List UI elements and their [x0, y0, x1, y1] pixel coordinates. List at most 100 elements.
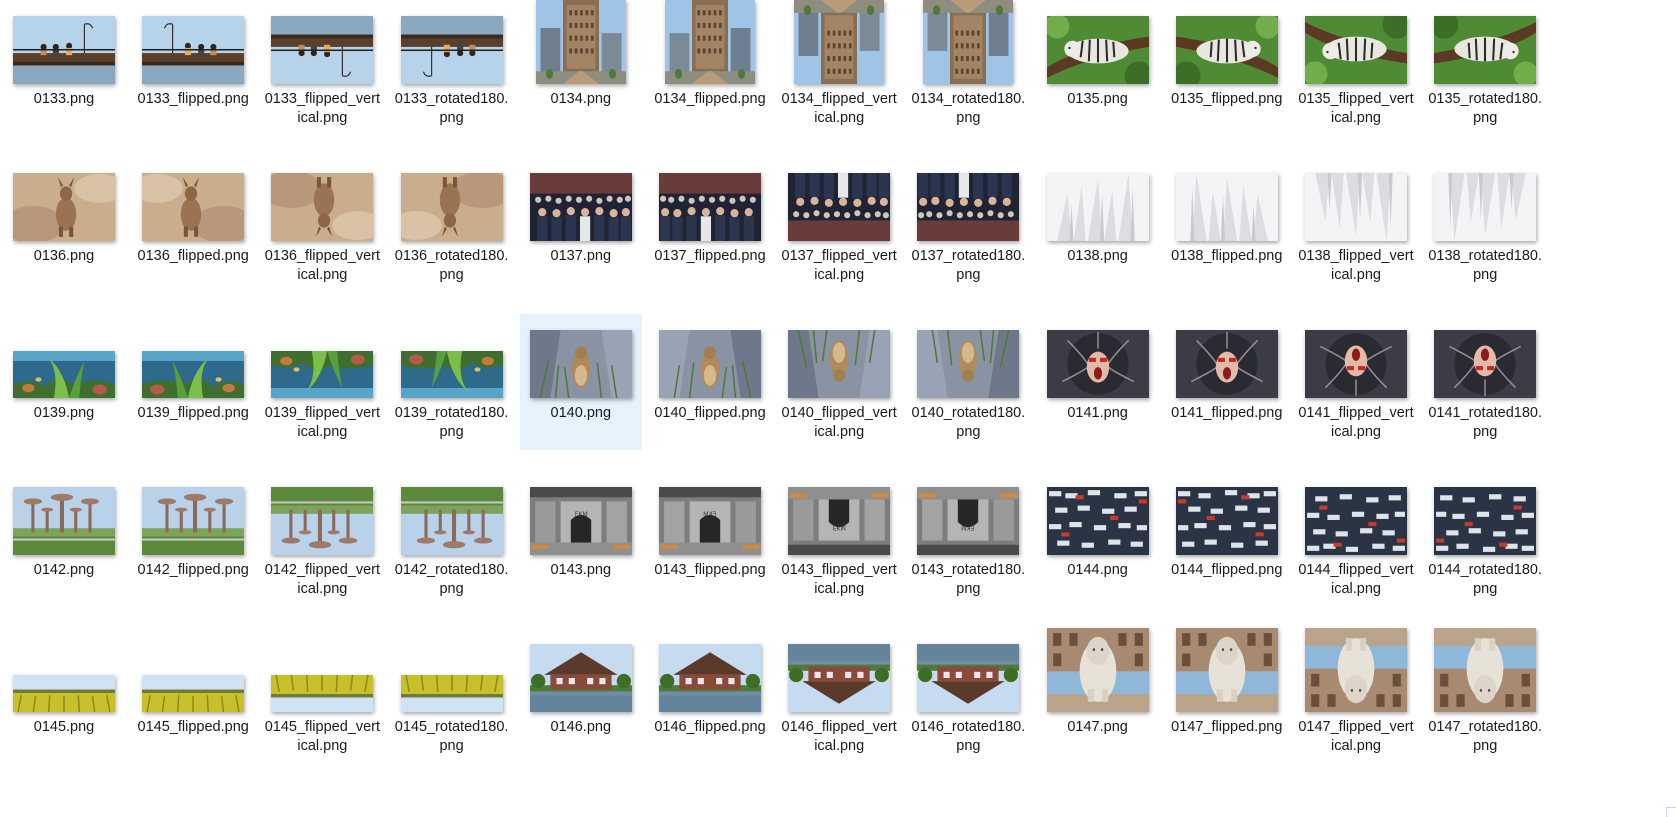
file-item[interactable]: 0145.png [3, 628, 125, 764]
file-item[interactable]: 0136.png [3, 157, 125, 293]
file-item[interactable]: 0133.png [3, 0, 125, 136]
thumbnail-frame [907, 157, 1029, 241]
file-item[interactable]: 0147.png [1037, 628, 1159, 764]
file-name-label: 0133_rotated180.png [394, 91, 509, 126]
thumbnail-frame: FKM [649, 471, 771, 555]
file-item[interactable]: 0145_flipped.png [132, 628, 254, 764]
thumbnail-frame [649, 314, 771, 398]
file-item[interactable]: 0146_flipped_vertical.png [778, 628, 900, 764]
file-item[interactable]: 0135_flipped.png [1166, 0, 1288, 136]
file-item[interactable]: 0134_rotated180.png [907, 0, 1029, 136]
file-item[interactable]: 0147_flipped.png [1166, 628, 1288, 764]
file-item[interactable]: 0135.png [1037, 0, 1159, 136]
thumbnail-frame [907, 314, 1029, 398]
file-item[interactable]: 0137_flipped.png [649, 157, 771, 293]
file-name-label: 0142_flipped_vertical.png [264, 562, 381, 597]
file-item[interactable]: 0139_rotated180.png [391, 314, 513, 450]
thumbnail-building [535, 0, 626, 84]
file-item[interactable]: 0146.png [520, 628, 642, 764]
thumbnail-groundhog [529, 330, 632, 398]
file-item[interactable]: 0146_flipped.png [649, 628, 771, 764]
file-name-label: 0139_flipped_vertical.png [264, 405, 381, 440]
file-item[interactable]: 0141_rotated180.png [1424, 314, 1546, 450]
file-item[interactable]: 0144_flipped.png [1166, 471, 1288, 607]
file-item[interactable]: 0147_rotated180.png [1424, 628, 1546, 764]
file-name-label: 0144_flipped.png [1171, 562, 1283, 578]
file-item[interactable]: 0138_flipped_vertical.png [1295, 157, 1417, 293]
file-item[interactable]: 0142.png [3, 471, 125, 607]
file-item[interactable]: 0140.png [519, 314, 642, 450]
thumbnail-frame [1295, 628, 1417, 712]
file-item[interactable]: 0142_rotated180.png [391, 471, 513, 607]
file-item[interactable]: 0139_flipped_vertical.png [261, 314, 383, 450]
file-grid: 0133.png 0133_flipped.png 0133_flipped_v… [0, 0, 1676, 817]
thumbnail-reef [400, 351, 503, 398]
file-item[interactable]: 0139_flipped.png [132, 314, 254, 450]
file-item[interactable]: 0136_rotated180.png [391, 157, 513, 293]
thumbnail-frame [649, 157, 771, 241]
thumbnail-frame [1424, 314, 1546, 398]
file-item[interactable]: 0137.png [520, 157, 642, 293]
file-item[interactable]: 0139.png [3, 314, 125, 450]
file-name-label: 0134.png [550, 91, 612, 107]
file-item[interactable]: 0135_flipped_vertical.png [1295, 0, 1417, 136]
file-item[interactable]: FKM 0143_rotated180.png [907, 471, 1029, 607]
thumbnail-kangaroo [271, 173, 374, 241]
file-item[interactable]: 0147_flipped_vertical.png [1295, 628, 1417, 764]
file-item[interactable]: 0144_rotated180.png [1424, 471, 1546, 607]
thumbnail-groundhog [788, 330, 891, 398]
file-item[interactable]: 0145_flipped_vertical.png [261, 628, 383, 764]
file-item[interactable]: 0146_rotated180.png [907, 628, 1029, 764]
file-item[interactable]: 0138_rotated180.png [1424, 157, 1546, 293]
file-item[interactable]: 0136_flipped.png [132, 157, 254, 293]
thumbnail-frame [1166, 314, 1288, 398]
thumbnail-frame [391, 0, 513, 84]
file-item[interactable]: 0142_flipped_vertical.png [261, 471, 383, 607]
file-item[interactable]: 0141_flipped_vertical.png [1295, 314, 1417, 450]
file-name-label: 0133_flipped_vertical.png [264, 91, 381, 126]
file-item[interactable]: 0138.png [1037, 157, 1159, 293]
file-item[interactable]: 0140_rotated180.png [907, 314, 1029, 450]
thumbnail-field [271, 675, 374, 712]
file-item[interactable]: 0144.png [1037, 471, 1159, 607]
file-name-label: 0140_rotated180.png [911, 405, 1026, 440]
file-name-label: 0138_flipped_vertical.png [1298, 248, 1414, 283]
file-item[interactable]: 0135_rotated180.png [1424, 0, 1546, 136]
file-item[interactable]: 0138_flipped.png [1166, 157, 1288, 293]
file-item[interactable]: 0134_flipped_vertical.png [778, 0, 900, 136]
file-item[interactable]: 0141.png [1037, 314, 1159, 450]
file-item[interactable]: 0137_rotated180.png [907, 157, 1029, 293]
file-item[interactable]: 0134_flipped.png [649, 0, 771, 136]
thumbnail-frame [261, 0, 383, 84]
file-name-label: 0142_flipped.png [137, 562, 249, 578]
file-name-label: 0141_rotated180.png [1428, 405, 1543, 440]
file-item[interactable]: 0142_flipped.png [132, 471, 254, 607]
file-item[interactable]: FKM 0143_flipped.png [649, 471, 771, 607]
file-item[interactable]: 0141_flipped.png [1166, 314, 1288, 450]
file-name-label: 0141_flipped.png [1171, 405, 1283, 421]
file-item[interactable]: FKM 0143_flipped_vertical.png [778, 471, 900, 607]
thumbnail-house [529, 644, 632, 712]
file-item[interactable]: 0136_flipped_vertical.png [261, 157, 383, 293]
file-name-label: 0146_flipped_vertical.png [781, 719, 897, 754]
file-item[interactable]: 0133_rotated180.png [391, 0, 513, 136]
file-item[interactable]: 0134.png [520, 0, 642, 136]
thumbnail-garden [400, 487, 503, 555]
thumbnail-pier [142, 16, 245, 84]
file-name-label: 0135.png [1067, 91, 1128, 107]
file-item[interactable]: 0140_flipped.png [649, 314, 771, 450]
file-item[interactable]: 0144_flipped_vertical.png [1295, 471, 1417, 607]
file-item[interactable]: FKM 0143.png [520, 471, 642, 607]
file-item[interactable]: 0137_flipped_vertical.png [778, 157, 900, 293]
thumbnail-frame [391, 314, 513, 398]
file-item[interactable]: 0145_rotated180.png [391, 628, 513, 764]
thumbnail-building [923, 0, 1014, 84]
scrollbar-corner[interactable] [1666, 807, 1676, 817]
file-item[interactable]: 0133_flipped_vertical.png [261, 0, 383, 136]
thumbnail-crowd [529, 173, 632, 241]
file-item[interactable]: 0140_flipped_vertical.png [778, 314, 900, 450]
thumbnail-frame [261, 314, 383, 398]
thumbnail-frame [1424, 0, 1546, 84]
file-item[interactable]: 0133_flipped.png [132, 0, 254, 136]
thumbnail-kangaroo [400, 173, 503, 241]
